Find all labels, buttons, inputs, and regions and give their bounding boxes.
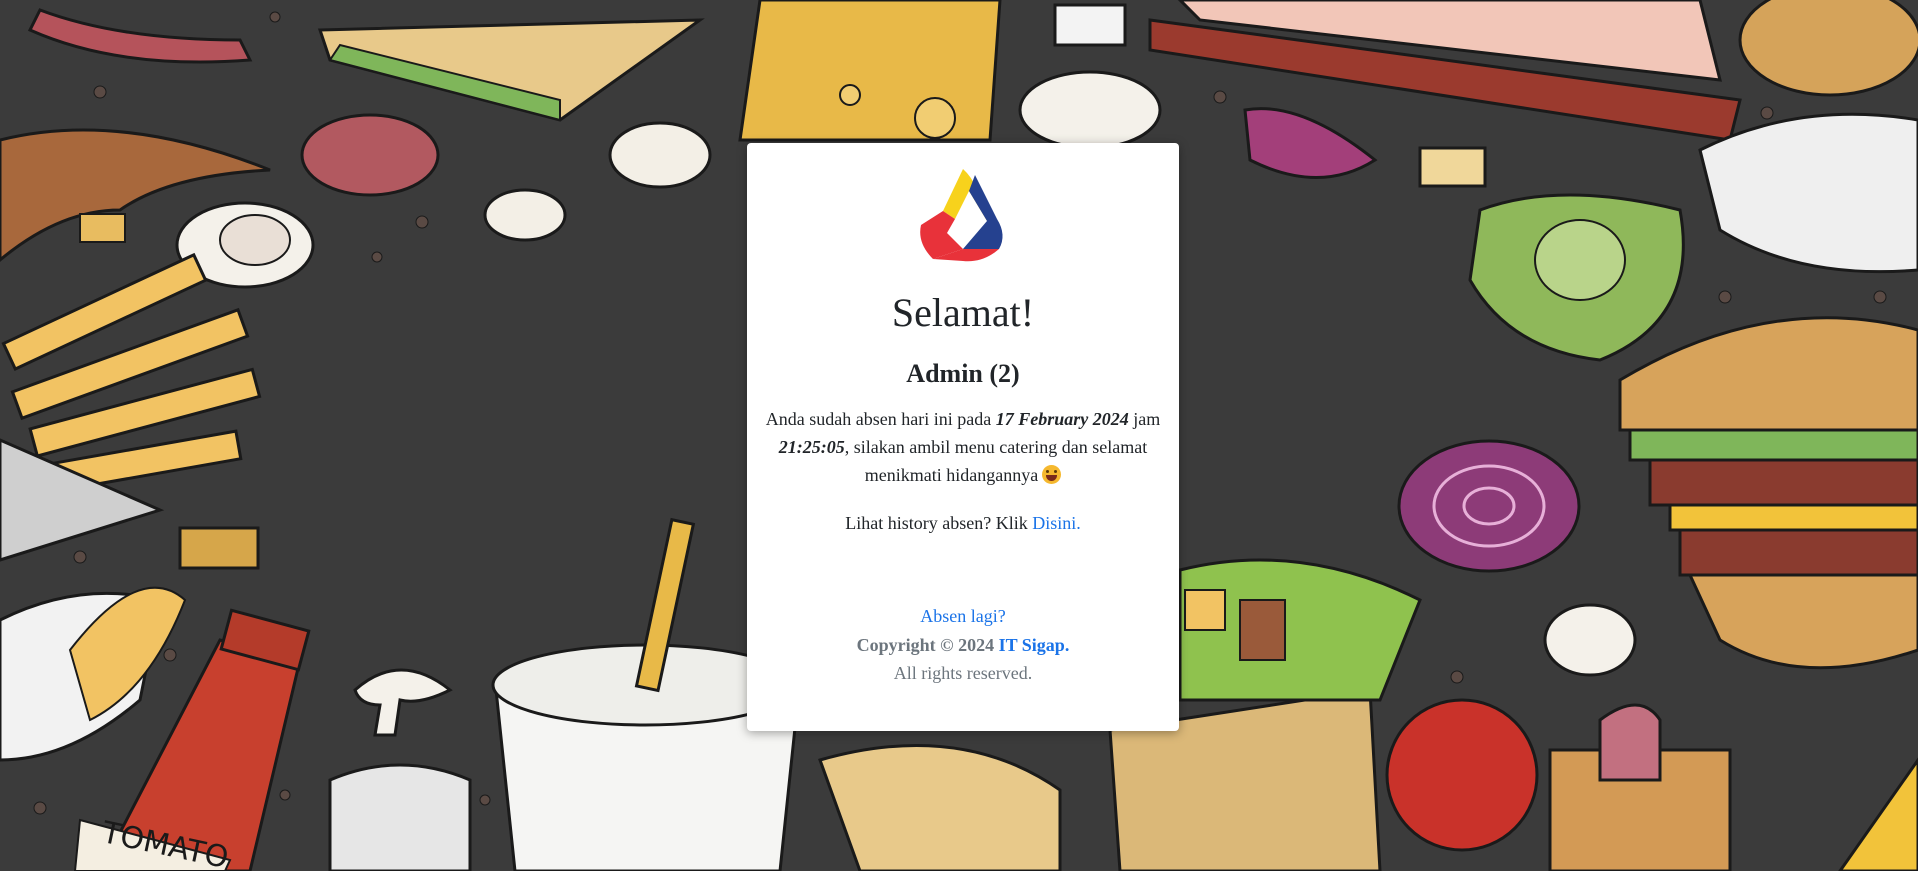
copyright-prefix: Copyright © 2024: [856, 635, 999, 655]
history-link[interactable]: Disini.: [1032, 513, 1081, 533]
message-part1: Anda sudah absen hari ini pada: [765, 409, 996, 429]
tricolor-triangle-logo: [920, 169, 1003, 262]
it-sigap-link[interactable]: IT Sigap.: [999, 635, 1070, 655]
absen-again-line: Absen lagi?: [747, 603, 1179, 629]
attendance-time: 21:25:05: [778, 437, 845, 457]
message-part3: , silakan ambil menu catering dan selama…: [844, 437, 1148, 485]
page-title: Selamat!: [891, 290, 1035, 335]
attendance-date: 17 February 2024: [995, 409, 1129, 429]
user-name: Admin (2): [906, 359, 1020, 388]
copyright-line: Copyright © 2024 IT Sigap.: [747, 632, 1179, 658]
grinning-face-emoji-icon: [1042, 465, 1062, 484]
message-part2: jam: [1128, 409, 1161, 429]
history-line: Lihat history absen? Klik Disini.: [747, 510, 1179, 536]
history-prefix: Lihat history absen? Klik: [845, 513, 1033, 533]
rights-reserved: All rights reserved.: [893, 663, 1033, 683]
attendance-card: Selamat! Admin (2) Anda sudah absen hari…: [747, 143, 1179, 731]
absen-again-link[interactable]: Absen lagi?: [920, 606, 1005, 626]
attendance-message: Anda sudah absen hari ini pada 17 Februa…: [763, 405, 1163, 489]
